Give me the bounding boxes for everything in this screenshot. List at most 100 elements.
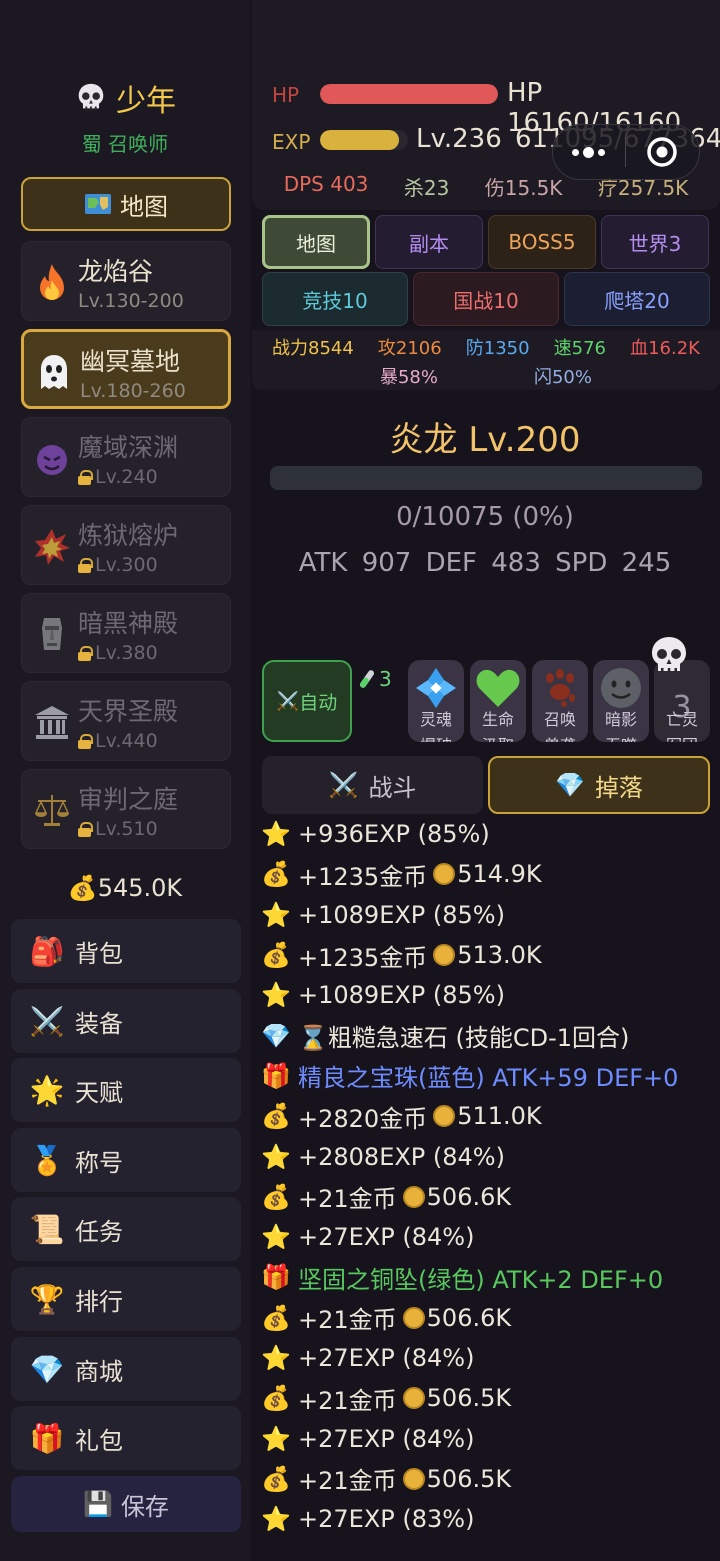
crossed-swords-icon: ⚔️ bbox=[276, 690, 300, 712]
heart-icon bbox=[474, 664, 522, 712]
floppy-disk-icon: 💾 bbox=[83, 1490, 113, 1518]
skill-shadow-devour[interactable]: 暗影 吞噬 bbox=[593, 660, 649, 742]
log-line: ⭐ +936EXP (85%) bbox=[261, 814, 720, 854]
coin-total: 514.9K bbox=[457, 860, 542, 889]
more-menu-icon[interactable] bbox=[553, 146, 625, 158]
tab-arena[interactable]: 竞技10 bbox=[262, 272, 408, 326]
tab-nation-war[interactable]: 国战10 bbox=[413, 272, 559, 326]
zone-level: Lv.380 bbox=[78, 642, 158, 664]
log-text: +27EXP (83%) bbox=[298, 1505, 475, 1534]
zone-name: 龙焰谷 bbox=[78, 257, 154, 286]
skill-name: 灵魂 bbox=[419, 710, 452, 729]
money-bag-icon: 💰 bbox=[261, 1102, 291, 1131]
log-line: ⭐ +27EXP (83%) bbox=[261, 1499, 720, 1539]
main-panel: HP HP 16160/16160 EXP Lv.236 611095/6773… bbox=[250, 0, 720, 1561]
zone-level: Lv.510 bbox=[78, 818, 158, 840]
zone-purgatory-furnace[interactable]: 炼狱熔炉 Lv.300 bbox=[21, 505, 231, 585]
skill-summon-beast[interactable]: 召唤 兽袭 bbox=[532, 660, 588, 742]
log-line: 💰 +21金币 506.6K bbox=[261, 1177, 720, 1217]
close-target-icon[interactable] bbox=[626, 135, 700, 169]
tab-label: 战斗 bbox=[368, 773, 417, 802]
menu-talent[interactable]: 🌟 天赋 bbox=[11, 1058, 241, 1122]
menu-title[interactable]: 🏅 称号 bbox=[11, 1128, 241, 1192]
trophy-icon: 🏆 bbox=[29, 1282, 65, 1316]
zone-heaven-sanctuary[interactable]: 天界圣殿 Lv.440 bbox=[21, 681, 231, 761]
boss-hp-bar bbox=[270, 466, 702, 490]
money-bag-icon: 💰 bbox=[261, 1303, 291, 1332]
health-stat: 血16.2K bbox=[630, 338, 700, 359]
log-text: +27EXP (84%) bbox=[298, 1223, 475, 1252]
menu-label: 任务 bbox=[75, 1217, 123, 1246]
shadow-face-icon bbox=[597, 664, 645, 712]
tab-dungeon[interactable]: 副本 bbox=[375, 215, 483, 269]
tab-drops-log[interactable]: 💎 掉落 bbox=[488, 756, 710, 814]
save-button[interactable]: 💾 保存 bbox=[11, 1476, 241, 1532]
menu-shop[interactable]: 💎 商城 bbox=[11, 1337, 241, 1401]
menu-label: 礼包 bbox=[75, 1426, 123, 1455]
tab-battle-log[interactable]: ⚔️ 战斗 bbox=[262, 756, 483, 814]
zone-name: 天界圣殿 bbox=[78, 697, 179, 726]
log-line: 💰 +2820金币 511.0K bbox=[261, 1096, 720, 1136]
tab-tower[interactable]: 爬塔20 bbox=[564, 272, 710, 326]
zone-demon-abyss[interactable]: 魔域深渊 Lv.240 bbox=[21, 417, 231, 497]
log-text: +27EXP (84%) bbox=[298, 1344, 475, 1372]
combat-power: 战力8544 bbox=[272, 338, 354, 359]
map-button[interactable]: 地图 bbox=[21, 177, 231, 231]
test-tube-icon bbox=[359, 670, 375, 688]
coin-total: 506.6K bbox=[426, 1182, 512, 1211]
skill-name-line2: 吞噬 bbox=[593, 732, 649, 742]
skill-name-line2: 兽袭 bbox=[532, 732, 588, 742]
coin-total: 506.6K bbox=[426, 1303, 512, 1332]
log-line: ⭐ +27EXP (84%) bbox=[261, 1418, 720, 1458]
zone-name: 魔域深渊 bbox=[78, 433, 179, 462]
skill-name: 生命 bbox=[481, 710, 514, 729]
money-bag-icon: 💰 bbox=[261, 1384, 291, 1413]
map-button-label: 地图 bbox=[120, 192, 168, 221]
hp-bar-fill bbox=[320, 84, 498, 104]
skull-icon bbox=[652, 637, 686, 673]
temple-icon bbox=[32, 702, 72, 742]
zone-nether-graveyard[interactable]: 幽冥墓地 Lv.180-260 bbox=[21, 329, 231, 409]
log-line: 💰 +21金币 506.5K bbox=[261, 1459, 720, 1499]
ghost-icon bbox=[34, 352, 74, 392]
coin-total: 511.0K bbox=[457, 1102, 542, 1131]
log-line: 💰 +1235金币 513.0K bbox=[261, 935, 720, 975]
player-info: 少年 蜀 召唤师 bbox=[0, 76, 250, 157]
menu-gift[interactable]: 🎁 礼包 bbox=[11, 1406, 241, 1470]
log-line: ⭐ +1089EXP (85%) bbox=[261, 895, 720, 935]
gift-icon: 🎁 bbox=[261, 1263, 291, 1292]
log-text: +2820金币 bbox=[298, 1104, 428, 1133]
money-bag-icon: 💰 bbox=[261, 1464, 291, 1493]
hp-label: HP bbox=[272, 83, 300, 107]
potion-counter[interactable]: 3 bbox=[357, 667, 392, 691]
coin-total: 506.5K bbox=[426, 1384, 512, 1413]
log-text: +27EXP (84%) bbox=[298, 1424, 475, 1453]
tab-boss[interactable]: BOSS5 bbox=[488, 215, 596, 269]
log-line: ⭐ +1089EXP (85%) bbox=[261, 975, 720, 1015]
skill-life-drain[interactable]: 生命 汲取 bbox=[470, 660, 526, 742]
auto-battle-button[interactable]: ⚔️ 自动 bbox=[262, 660, 352, 742]
money-bag-icon: 💰 bbox=[261, 1182, 291, 1211]
menu-quests[interactable]: 📜 任务 bbox=[11, 1197, 241, 1261]
soul-crystal-icon bbox=[412, 664, 460, 712]
menu-backpack[interactable]: 🎒 背包 bbox=[11, 919, 241, 983]
log-text: +21金币 bbox=[298, 1386, 397, 1415]
exp-bar-fill bbox=[320, 130, 400, 150]
boss-hp-text: 0/10075 (0%) bbox=[396, 502, 574, 532]
drop-log: ⭐ +936EXP (85%) 💰 +1235金币 514.9K ⭐ +1089EXP (8… bbox=[261, 814, 720, 1539]
menu-ranking[interactable]: 🏆 排行 bbox=[11, 1267, 241, 1331]
tab-world[interactable]: 世界3 bbox=[601, 215, 709, 269]
menu-equipment[interactable]: ⚔️ 装备 bbox=[11, 989, 241, 1053]
zone-judgment-court[interactable]: 审判之庭 Lv.510 bbox=[21, 769, 231, 849]
skill-soul-burst[interactable]: 灵魂 爆破 bbox=[408, 660, 464, 742]
exp-label: EXP bbox=[272, 130, 311, 154]
zone-level: Lv.180-260 bbox=[80, 380, 186, 402]
zone-dark-temple[interactable]: 暗黑神殿 Lv.380 bbox=[21, 593, 231, 673]
log-text: +936EXP (85%) bbox=[298, 820, 490, 849]
zone-dragon-flame-valley[interactable]: 龙焰谷 Lv.130-200 bbox=[21, 241, 231, 321]
skill-name: 召唤 bbox=[543, 710, 576, 729]
auto-label: 自动 bbox=[299, 691, 338, 714]
hp-bar bbox=[320, 84, 498, 104]
defense-stat: 防1350 bbox=[465, 338, 530, 359]
tab-map[interactable]: 地图 bbox=[262, 215, 370, 269]
